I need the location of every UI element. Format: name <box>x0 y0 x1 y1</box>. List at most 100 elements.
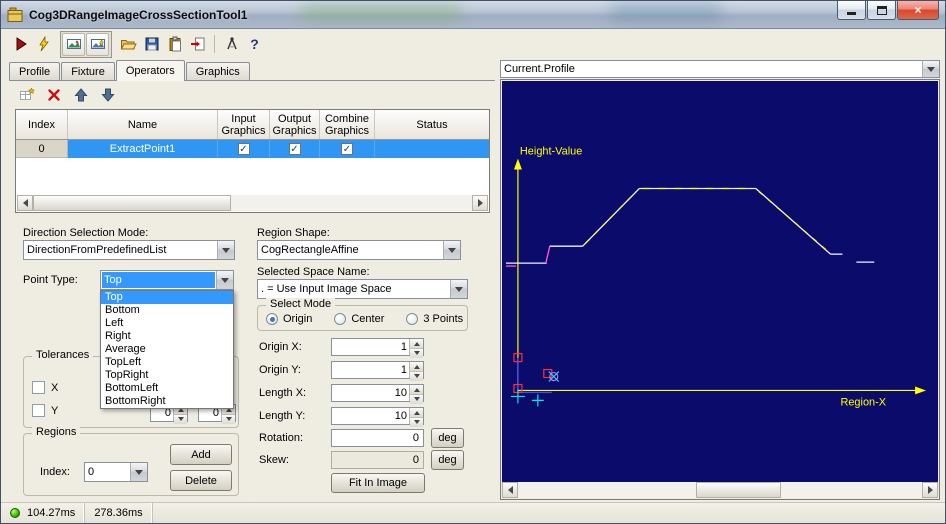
chevron-down-icon[interactable] <box>443 241 460 259</box>
column-header-output-graphics[interactable]: Output Graphics <box>270 110 320 139</box>
open-button[interactable] <box>117 33 140 56</box>
output-graphics-checkbox[interactable]: ✓ <box>288 142 301 155</box>
record-select-value: Current.Profile <box>504 63 575 75</box>
add-region-button[interactable]: Add <box>170 444 232 465</box>
profile-canvas[interactable]: Height-Value Region-X <box>502 81 938 482</box>
point-type-value: Top <box>102 272 215 288</box>
dropdown-option[interactable]: Bottom <box>101 304 233 317</box>
import-button[interactable] <box>186 33 209 56</box>
units-button[interactable] <box>220 33 243 56</box>
dropdown-option[interactable]: Average <box>101 343 233 356</box>
length-y-spinner[interactable] <box>409 408 423 427</box>
scroll-thumb[interactable] <box>695 482 781 498</box>
chevron-down-icon[interactable] <box>216 271 233 289</box>
paste-button[interactable] <box>163 33 186 56</box>
table-hscrollbar[interactable] <box>17 195 488 211</box>
rotation-units-button[interactable]: deg <box>431 428 464 448</box>
direction-mode-select[interactable]: DirectionFromPredefinedList <box>23 240 235 260</box>
origin-x-spinner[interactable] <box>409 339 423 358</box>
y-axis-label: Height-Value <box>520 146 582 158</box>
tolerance-y-checkbox[interactable] <box>32 404 45 417</box>
radio-origin[interactable] <box>266 313 278 325</box>
scroll-right-button[interactable] <box>472 195 488 211</box>
origin-x-field[interactable]: 1 <box>331 338 424 358</box>
close-button[interactable]: × <box>897 1 939 20</box>
column-header-index[interactable]: Index <box>16 110 68 139</box>
fit-in-image-button[interactable]: Fit In Image <box>331 473 425 493</box>
dropdown-option[interactable]: BottomLeft <box>101 382 233 395</box>
delete-region-button[interactable]: Delete <box>170 470 232 491</box>
tab-strip: Profile Fixture Operators Graphics <box>9 60 251 81</box>
scroll-track[interactable] <box>33 195 472 211</box>
dropdown-option[interactable]: Right <box>101 330 233 343</box>
region-shape-label: Region Shape: <box>257 227 330 239</box>
dropdown-option[interactable]: Left <box>101 317 233 330</box>
add-operator-button[interactable] <box>17 85 37 105</box>
column-header-combine-graphics[interactable]: Combine Graphics <box>320 110 375 139</box>
space-name-select[interactable]: . = Use Input Image Space <box>257 279 468 299</box>
table-row[interactable]: 0 ExtractPoint1 ✓ ✓ ✓ <box>16 140 489 158</box>
chevron-glyph <box>448 248 456 257</box>
save-button[interactable] <box>140 33 163 56</box>
region-shape-select[interactable]: CogRectangleAffine <box>257 240 461 260</box>
chevron-down-icon[interactable] <box>130 463 147 481</box>
move-down-button[interactable] <box>98 85 118 105</box>
tab-operators[interactable]: Operators <box>115 60 185 81</box>
show-lastrun-image-button[interactable] <box>86 32 109 56</box>
skew-label: Skew: <box>259 454 289 466</box>
tab-profile[interactable]: Profile <box>9 62 61 81</box>
dropdown-option[interactable]: TopLeft <box>101 356 233 369</box>
space-name-value: . = Use Input Image Space <box>261 283 392 295</box>
dropdown-option[interactable]: TopRight <box>101 369 233 382</box>
tab-fixture[interactable]: Fixture <box>61 62 115 81</box>
title-bar[interactable]: Cog3DRangeImageCrossSectionTool1 × <box>1 1 945 29</box>
point-type-select[interactable]: Top <box>100 270 234 290</box>
clipboard-icon <box>169 36 181 52</box>
show-current-image-button[interactable] <box>62 32 85 56</box>
region-index-select[interactable]: 0 <box>84 462 148 482</box>
column-header-name[interactable]: Name <box>68 110 218 139</box>
record-select[interactable]: Current.Profile <box>500 60 940 78</box>
scroll-thumb[interactable] <box>33 195 231 211</box>
combine-graphics-checkbox[interactable]: ✓ <box>341 142 353 155</box>
lightning-icon <box>38 36 49 52</box>
tolerance-y-label: Y <box>51 405 59 417</box>
length-y-field[interactable]: 10 <box>331 407 424 427</box>
column-header-status[interactable]: Status <box>375 110 489 139</box>
scroll-left-button[interactable] <box>17 195 33 211</box>
scroll-track[interactable] <box>518 482 922 498</box>
dropdown-option[interactable]: Top <box>101 291 233 304</box>
maximize-button[interactable] <box>867 1 896 20</box>
radio-3points[interactable] <box>406 313 419 325</box>
run-button[interactable] <box>9 33 32 56</box>
run-icon <box>16 37 27 51</box>
rotation-field[interactable]: 0 <box>331 429 424 447</box>
chevron-down-icon[interactable] <box>450 280 467 298</box>
length-x-spinner[interactable] <box>409 385 423 404</box>
chevron-down-icon[interactable] <box>922 61 939 77</box>
operators-toolbar <box>17 85 118 105</box>
move-up-button[interactable] <box>71 85 91 105</box>
scroll-right-button[interactable] <box>922 482 938 498</box>
help-button[interactable]: ? <box>243 33 266 56</box>
origin-y-field[interactable]: 1 <box>331 361 424 381</box>
column-header-input-graphics[interactable]: Input Graphics <box>218 110 270 139</box>
chevron-down-icon[interactable] <box>217 241 234 259</box>
minimize-button[interactable] <box>837 1 866 20</box>
origin-y-spinner[interactable] <box>409 362 423 381</box>
tolerance-x-checkbox[interactable] <box>32 381 45 394</box>
delete-operator-button[interactable] <box>44 85 64 105</box>
scroll-right-icon <box>927 486 937 494</box>
auto-run-button[interactable] <box>32 33 55 56</box>
length-x-field[interactable]: 10 <box>331 384 424 404</box>
display-hscrollbar[interactable] <box>502 482 938 498</box>
input-graphics-checkbox[interactable]: ✓ <box>237 142 250 155</box>
radio-center[interactable] <box>334 313 347 325</box>
dropdown-option[interactable]: BottomRight <box>101 395 233 408</box>
direction-mode-value: DirectionFromPredefinedList <box>27 244 167 256</box>
scroll-left-button[interactable] <box>502 482 518 498</box>
skew-units-button[interactable]: deg <box>431 450 464 470</box>
arrow-down-icon <box>101 88 115 102</box>
tolerances-title: Tolerances <box>32 349 94 361</box>
tab-graphics[interactable]: Graphics <box>185 62 250 81</box>
